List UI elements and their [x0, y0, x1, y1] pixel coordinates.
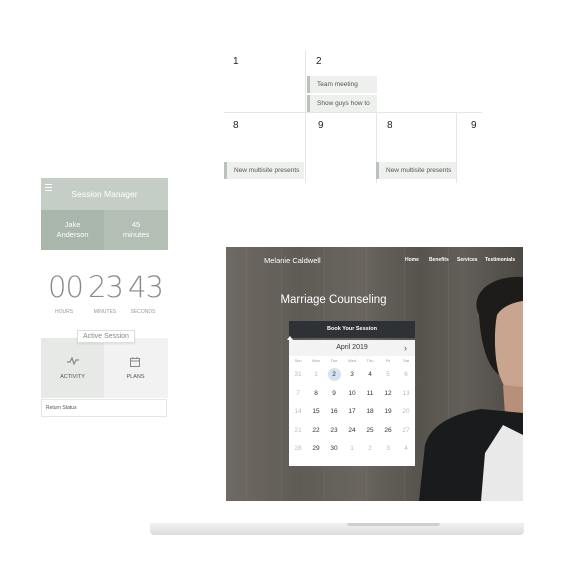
event-new-multisite[interactable]: New multisite presents	[376, 162, 456, 179]
duration-value: 45	[131, 220, 141, 229]
calendar-day[interactable]: 31	[289, 371, 307, 378]
day-number: 8	[387, 120, 393, 131]
client-last-name: Anderson	[56, 230, 89, 239]
calendar-day[interactable]: 14	[289, 408, 307, 415]
calendar-day[interactable]: 23	[325, 427, 343, 434]
calendar-day[interactable]: 4	[397, 445, 415, 452]
session-manager-widget: Session Manager Jake Anderson 45 minutes…	[41, 178, 168, 418]
calendar-day[interactable]: 9	[325, 390, 343, 397]
calendar-day[interactable]: 2	[361, 445, 379, 452]
laptop-base	[150, 523, 524, 535]
session-duration: 45 minutes	[104, 210, 168, 250]
calendar-day[interactable]: 21	[289, 427, 307, 434]
timer-minutes-label: MINUTES	[93, 309, 117, 315]
weekday-label: Wed	[347, 358, 357, 363]
calendar-day[interactable]: 16	[325, 408, 343, 415]
calendar-day[interactable]: 5	[379, 371, 397, 378]
menu-icon[interactable]	[45, 184, 52, 191]
day-number: 9	[318, 120, 324, 131]
weekday-label: Fri	[385, 358, 391, 363]
portrait-image	[419, 276, 523, 501]
duration-unit: minutes	[122, 230, 150, 239]
calendar-day[interactable]: 10	[343, 390, 361, 397]
calendar-day[interactable]: 7	[289, 390, 307, 397]
active-session-tooltip: Active Session	[77, 330, 135, 343]
event-show-guys[interactable]: Show guys how to	[307, 95, 377, 112]
weekday-label: Sat	[402, 358, 409, 363]
divider	[224, 112, 482, 113]
nav-benefits[interactable]: Benefits	[429, 257, 449, 263]
calendar-day[interactable]: 11	[361, 390, 379, 397]
calendar-day[interactable]: 4	[361, 371, 379, 378]
nav-services[interactable]: Services	[457, 257, 478, 263]
chevron-right-icon[interactable]: ›	[404, 340, 407, 356]
calendar-day[interactable]: 28	[289, 445, 307, 452]
divider	[305, 113, 306, 183]
calendar-day[interactable]: 29	[307, 445, 325, 452]
session-manager-title: Session Manager	[71, 189, 138, 199]
calendar-day[interactable]: 19	[379, 408, 397, 415]
nav-home[interactable]: Home	[405, 257, 419, 263]
event-new-multisite[interactable]: New multisite presents	[224, 162, 304, 179]
session-manager-header: Session Manager	[41, 178, 168, 210]
weekday-label: Mon	[312, 358, 320, 363]
calendar-day[interactable]: 12	[379, 390, 397, 397]
timer-hours: 00	[48, 270, 84, 304]
calendar-day[interactable]: 26	[379, 427, 397, 434]
calendar-day[interactable]: 3	[343, 371, 361, 378]
datepicker-month: April 2019	[336, 344, 368, 351]
calendar-day[interactable]: 24	[343, 427, 361, 434]
calendar-day[interactable]: 2	[325, 371, 343, 378]
nav-testimonials[interactable]: Testimonials	[485, 257, 515, 263]
calendar-strip: 1 2 Team meeting Show guys how to 8 9 8 …	[224, 50, 486, 190]
datepicker-header: April 2019 ›	[289, 340, 415, 356]
timer-minutes: 23	[88, 270, 124, 304]
calendar-day[interactable]: 6	[397, 371, 415, 378]
calendar-day[interactable]: 22	[307, 427, 325, 434]
calendar-day[interactable]: 13	[397, 390, 415, 397]
calendar-day[interactable]: 27	[397, 427, 415, 434]
calendar-day[interactable]: 20	[397, 408, 415, 415]
session-tabs: ACTIVITY PLANS	[41, 338, 168, 398]
calendar-day[interactable]: 18	[361, 408, 379, 415]
tab-plans-label: PLANS	[126, 374, 145, 380]
weekday-label: Thu	[366, 358, 374, 363]
tab-plans[interactable]: PLANS	[104, 338, 167, 398]
weekday-label: Sun	[294, 358, 302, 363]
calendar-icon	[130, 357, 140, 367]
divider	[456, 113, 457, 183]
hero-title: Marriage Counseling	[280, 294, 387, 306]
tab-activity[interactable]: ACTIVITY	[41, 338, 104, 398]
laptop-notch	[347, 523, 440, 526]
datepicker: April 2019 › Sun Mon Tue Wed Thu Fri Sat 31 1 2 3 4…	[289, 340, 415, 466]
timer-seconds: 43	[128, 270, 164, 304]
calendar-day[interactable]: 3	[379, 445, 397, 452]
day-number: 1	[233, 56, 239, 67]
book-session-button[interactable]: Book Your Session	[289, 321, 415, 338]
calendar-day[interactable]: 8	[307, 390, 325, 397]
tab-activity-label: ACTIVITY	[60, 374, 85, 380]
day-number: 2	[316, 56, 322, 67]
website-hero: Melanie Caldwell Home Benefits Services …	[226, 247, 523, 501]
activity-icon	[67, 357, 79, 365]
timer-seconds-label: SECONDS	[130, 309, 156, 315]
calendar-day[interactable]: 1	[343, 445, 361, 452]
weekday-label: Tue	[330, 358, 338, 363]
calendar-day[interactable]: 30	[325, 445, 343, 452]
client-name: Jake Anderson	[41, 210, 104, 250]
site-name[interactable]: Melanie Caldwell	[264, 256, 321, 265]
calendar-day[interactable]: 25	[361, 427, 379, 434]
calendar-day[interactable]: 1	[307, 371, 325, 378]
divider	[305, 50, 306, 112]
event-team-meeting[interactable]: Team meeting	[307, 76, 377, 93]
status-row[interactable]: Return Status	[41, 399, 167, 417]
client-first-name: Jake	[64, 220, 81, 229]
day-number: 9	[471, 120, 477, 131]
day-number: 8	[233, 120, 239, 131]
timer-hours-label: HOURS	[54, 309, 74, 315]
calendar-day[interactable]: 15	[307, 408, 325, 415]
calendar-day[interactable]: 17	[343, 408, 361, 415]
